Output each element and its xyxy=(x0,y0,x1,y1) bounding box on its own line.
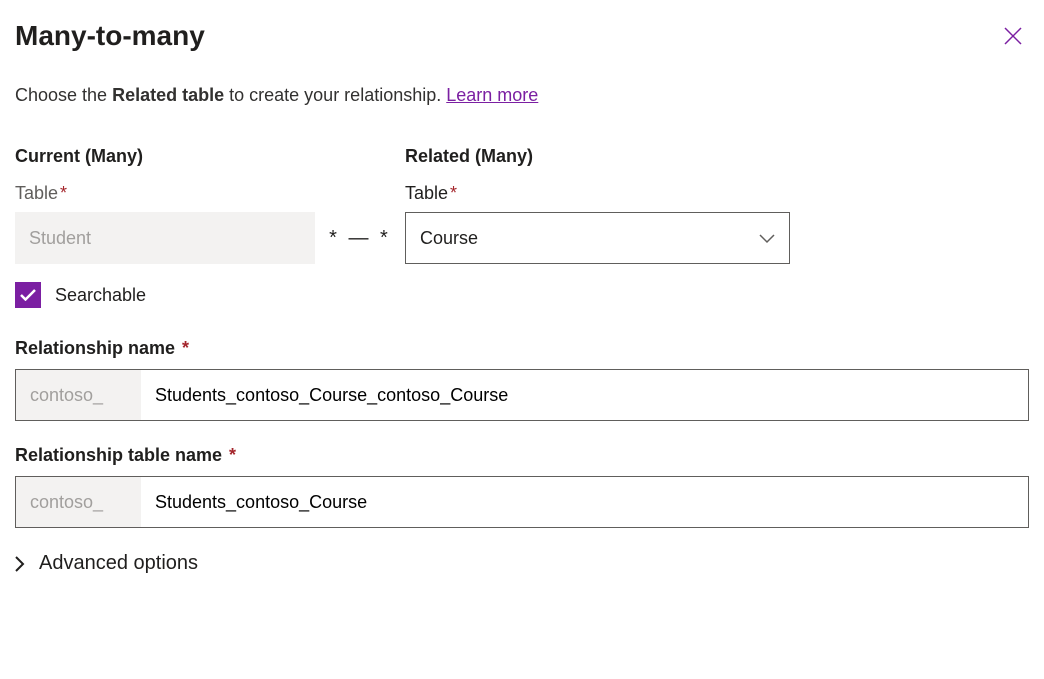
related-heading: Related (Many) xyxy=(405,146,790,167)
relationship-table-name-field: contoso_ xyxy=(15,476,1029,528)
searchable-checkbox[interactable] xyxy=(15,282,41,308)
relationship-name-input[interactable] xyxy=(141,370,1028,420)
current-table-field xyxy=(15,212,315,264)
close-button[interactable] xyxy=(997,20,1029,55)
searchable-label: Searchable xyxy=(55,285,146,306)
intro-text: Choose the Related table to create your … xyxy=(15,85,1029,106)
check-icon xyxy=(20,289,36,301)
dialog-title: Many-to-many xyxy=(15,20,205,52)
relationship-table-name-prefix: contoso_ xyxy=(16,477,141,527)
related-table-value: Course xyxy=(420,228,478,249)
advanced-options-label: Advanced options xyxy=(39,552,198,575)
relationship-table-name-input[interactable] xyxy=(141,477,1028,527)
relationship-name-field: contoso_ xyxy=(15,369,1029,421)
current-heading: Current (Many) xyxy=(15,146,315,167)
related-table-dropdown[interactable]: Course xyxy=(405,212,790,264)
chevron-right-icon xyxy=(15,556,25,572)
relationship-name-label: Relationship name * xyxy=(15,338,1029,359)
chevron-down-icon xyxy=(759,228,775,249)
learn-more-link[interactable]: Learn more xyxy=(446,85,538,105)
current-table-label: Table* xyxy=(15,183,315,204)
close-icon xyxy=(1003,26,1023,46)
relationship-name-prefix: contoso_ xyxy=(16,370,141,420)
relationship-connector: * — * xyxy=(315,227,405,264)
advanced-options-toggle[interactable]: Advanced options xyxy=(15,552,1029,575)
related-table-label: Table* xyxy=(405,183,790,204)
relationship-table-name-label: Relationship table name * xyxy=(15,445,1029,466)
